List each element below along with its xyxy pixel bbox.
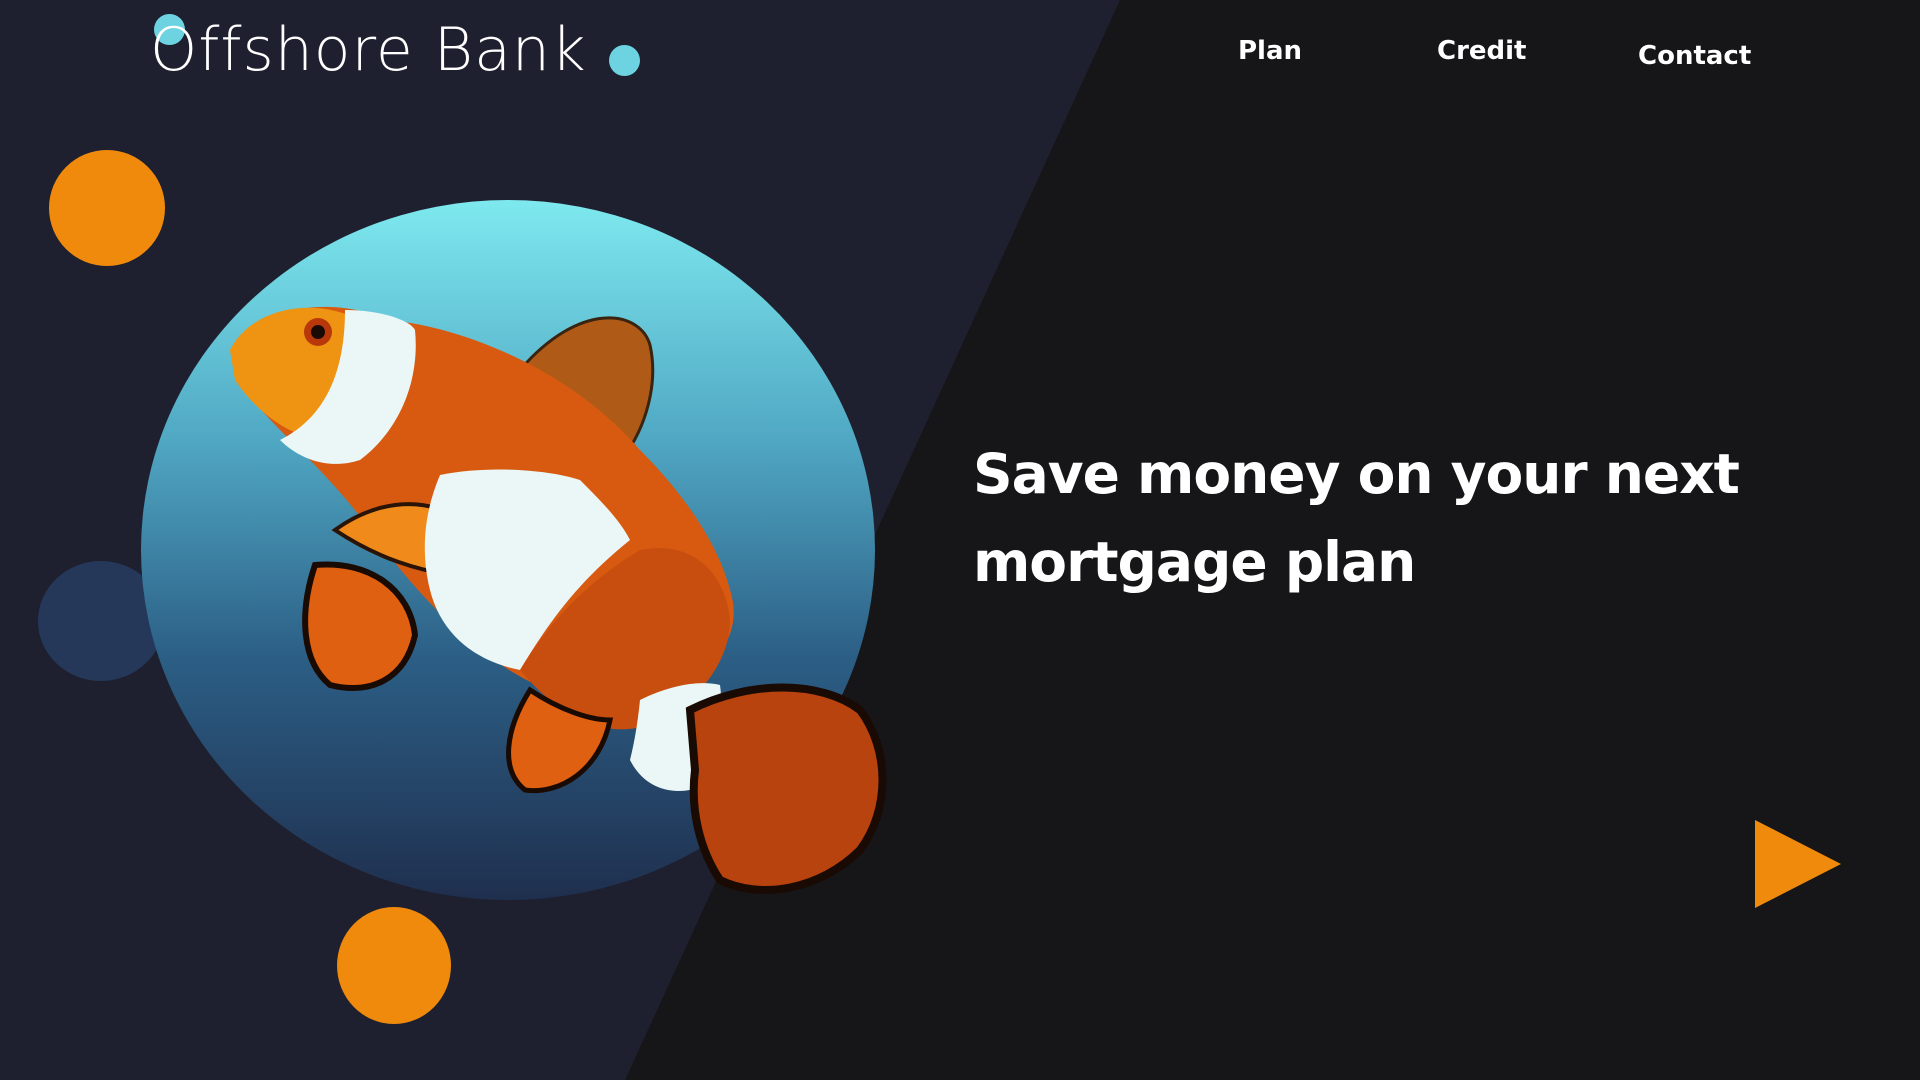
- landing-page: Offshore Bank Plan Credit Contact Save m…: [0, 0, 1920, 1080]
- play-triangle-icon[interactable]: [1755, 820, 1841, 908]
- clownfish-illustration: [230, 306, 887, 894]
- decorative-orange-circle: [49, 150, 165, 266]
- nav-link-credit[interactable]: Credit: [1437, 36, 1527, 66]
- brand-logo[interactable]: Offshore Bank: [150, 10, 587, 90]
- decorative-orange-circle: [337, 907, 451, 1024]
- hero-headline: Save money on your next mortgage plan: [973, 442, 1740, 594]
- nav-link-contact[interactable]: Contact: [1638, 41, 1751, 71]
- brand-name: Offshore Bank: [150, 15, 587, 85]
- nav-link-plan[interactable]: Plan: [1238, 36, 1302, 66]
